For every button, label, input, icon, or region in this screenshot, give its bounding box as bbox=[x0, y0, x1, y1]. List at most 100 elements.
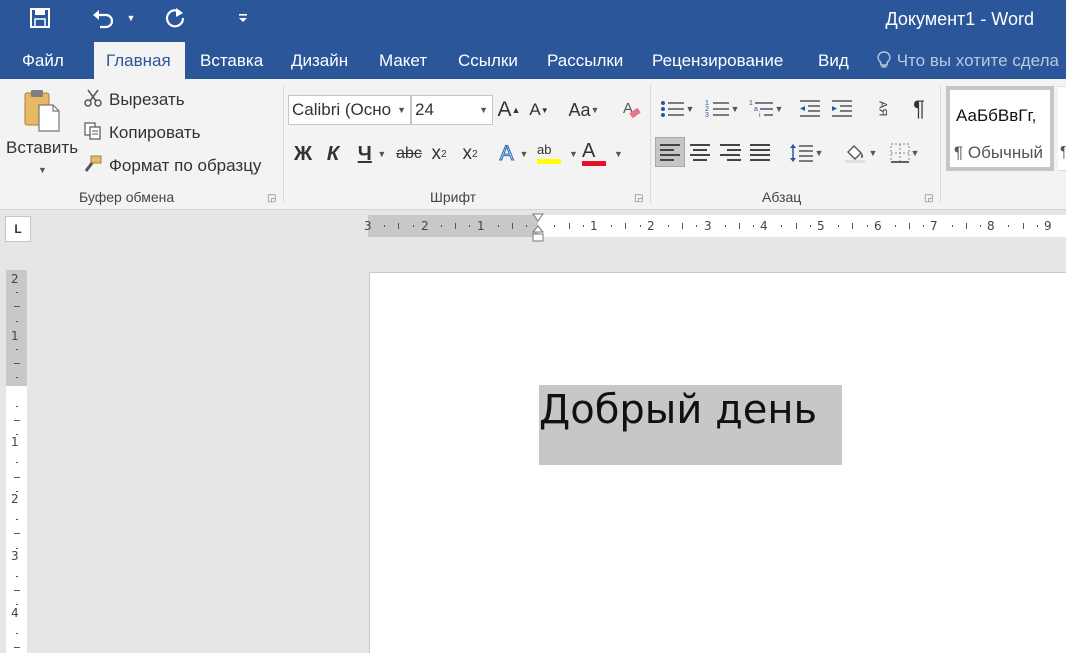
ruler-tick bbox=[781, 225, 783, 227]
scissors-icon[interactable] bbox=[82, 87, 104, 109]
numbering-button[interactable]: 1 2 3 ▼ bbox=[702, 95, 742, 123]
tab-references[interactable]: Ссылки bbox=[446, 42, 530, 79]
change-case-button[interactable]: Aa ▼ bbox=[564, 95, 604, 125]
ruler-number: 2 bbox=[421, 219, 429, 233]
align-left-button[interactable] bbox=[655, 137, 685, 167]
chevron-down-icon[interactable]: ▼ bbox=[397, 96, 406, 124]
font-name-combo[interactable]: Calibri (Осно ▼ bbox=[288, 95, 411, 125]
sort-icon: АЯ bbox=[876, 101, 889, 117]
sort-button[interactable]: АЯ bbox=[868, 95, 896, 123]
tell-me-placeholder: Что вы хотите сдела bbox=[896, 51, 1059, 70]
tab-selector-button[interactable]: L bbox=[5, 216, 31, 242]
bullets-button[interactable]: ▼ bbox=[657, 95, 697, 123]
paste-button[interactable]: Вставить bbox=[6, 138, 78, 158]
ruler-tick bbox=[738, 223, 740, 229]
underline-icon: Ч bbox=[357, 142, 372, 165]
borders-button[interactable]: ▼ bbox=[884, 139, 924, 167]
tab-insert[interactable]: Вставка bbox=[188, 42, 275, 79]
ruler-tick bbox=[440, 225, 442, 227]
tab-design[interactable]: Дизайн bbox=[279, 42, 360, 79]
dialog-launcher-icon[interactable]: ◲ bbox=[634, 193, 643, 204]
text-effects-icon: A bbox=[499, 142, 514, 166]
tab-layout[interactable]: Макет bbox=[367, 42, 439, 79]
ruler-tick bbox=[639, 225, 641, 227]
ruler-tick bbox=[696, 225, 698, 227]
ruler-tick bbox=[965, 223, 967, 229]
undo-dropdown-icon[interactable]: ▼ bbox=[124, 4, 138, 32]
copy-icon[interactable] bbox=[82, 120, 104, 142]
ruler-number: 2 bbox=[11, 492, 19, 506]
font-group-label: Шрифт bbox=[430, 189, 477, 205]
decrease-indent-icon[interactable] bbox=[796, 95, 824, 123]
ruler-number: 1 bbox=[477, 219, 485, 233]
chevron-down-icon[interactable]: ▼ bbox=[479, 96, 488, 124]
shrink-font-button[interactable]: A ▼ bbox=[527, 95, 551, 125]
ruler-tick bbox=[14, 363, 20, 365]
highlight-button[interactable]: ab ▼ bbox=[537, 137, 578, 169]
show-formatting-button[interactable]: ¶ bbox=[905, 95, 933, 123]
align-center-button[interactable] bbox=[685, 137, 715, 167]
grow-font-button[interactable]: A ▲ bbox=[497, 95, 521, 125]
horizontal-ruler[interactable]: 3 2 1 1 2 3 4 5 6 7 8 9 bbox=[364, 213, 1066, 242]
ruler-tick bbox=[16, 575, 18, 577]
shrink-font-icon: A bbox=[529, 100, 541, 119]
italic-button[interactable]: К bbox=[321, 139, 345, 169]
tab-mailings[interactable]: Рассылки bbox=[535, 42, 635, 79]
ruler-tick bbox=[398, 223, 400, 229]
chevron-down-icon[interactable] bbox=[234, 4, 252, 32]
ruler-tick bbox=[16, 490, 18, 492]
clear-formatting-icon[interactable]: A bbox=[620, 95, 644, 125]
style-normal[interactable]: АаБбВвГг, ¶ Обычный bbox=[946, 86, 1054, 171]
font-color-button[interactable]: A ▼ bbox=[582, 137, 623, 169]
align-right-button[interactable] bbox=[715, 137, 745, 167]
dialog-launcher-icon[interactable]: ◲ bbox=[924, 193, 933, 204]
ruler-tick bbox=[625, 223, 627, 229]
ruler-number: 3 bbox=[364, 219, 372, 233]
group-divider bbox=[283, 85, 284, 203]
ruler-number: 4 bbox=[11, 606, 19, 620]
shading-button[interactable]: ▼ bbox=[840, 139, 880, 167]
paste-icon[interactable] bbox=[18, 87, 66, 133]
increase-indent-icon[interactable] bbox=[828, 95, 856, 123]
line-spacing-button[interactable]: ▼ bbox=[786, 139, 826, 167]
tab-review[interactable]: Рецензирование bbox=[640, 42, 795, 79]
ruler-tick bbox=[16, 377, 18, 379]
style-next-partial[interactable]: ¶ bbox=[1058, 86, 1066, 171]
ruler-tick bbox=[511, 223, 513, 229]
text-effects-button[interactable]: A ▼ bbox=[496, 139, 532, 169]
format-painter-icon[interactable] bbox=[82, 153, 104, 175]
tab-view[interactable]: Вид bbox=[806, 42, 861, 79]
copy-button[interactable]: Копировать bbox=[109, 123, 201, 143]
subscript-button[interactable]: x2 bbox=[426, 139, 452, 169]
ruler-number: 2 bbox=[11, 272, 19, 286]
multilevel-list-button[interactable]: 1 a i ▼ bbox=[746, 95, 786, 123]
ruler-tick bbox=[894, 225, 896, 227]
ruler-tick bbox=[795, 223, 797, 229]
vertical-ruler[interactable]: 2 1 1 2 3 4 bbox=[6, 270, 27, 653]
ruler-number: 9 bbox=[1044, 219, 1052, 233]
ruler-tick bbox=[384, 225, 386, 227]
redo-icon[interactable] bbox=[160, 4, 190, 32]
strikethrough-button[interactable]: abc bbox=[394, 139, 424, 169]
tab-file[interactable]: Файл bbox=[10, 42, 76, 79]
document-text[interactable]: Добрый день bbox=[539, 387, 817, 433]
indent-marker-icon[interactable] bbox=[531, 213, 545, 243]
save-icon[interactable] bbox=[26, 4, 54, 32]
ruler-tick bbox=[16, 632, 18, 634]
paste-dropdown-icon[interactable]: ▼ bbox=[38, 165, 47, 175]
cut-button[interactable]: Вырезать bbox=[109, 90, 185, 110]
format-painter-button[interactable]: Формат по образцу bbox=[109, 156, 261, 176]
ruler-tick bbox=[582, 225, 584, 227]
ruler-tick bbox=[951, 225, 953, 227]
dialog-launcher-icon[interactable]: ◲ bbox=[267, 193, 276, 204]
tell-me-box[interactable]: Что вы хотите сдела bbox=[876, 42, 1059, 79]
tab-home[interactable]: Главная bbox=[94, 42, 185, 79]
ruler-tick bbox=[568, 223, 570, 229]
underline-button[interactable]: Ч ▼ bbox=[352, 139, 392, 169]
highlight-color-swatch bbox=[537, 158, 561, 164]
undo-icon[interactable] bbox=[88, 4, 118, 32]
justify-button[interactable] bbox=[745, 137, 775, 167]
bold-button[interactable]: Ж bbox=[290, 139, 316, 169]
superscript-button[interactable]: x2 bbox=[457, 139, 483, 169]
font-size-combo[interactable]: 24 ▼ bbox=[411, 95, 493, 125]
